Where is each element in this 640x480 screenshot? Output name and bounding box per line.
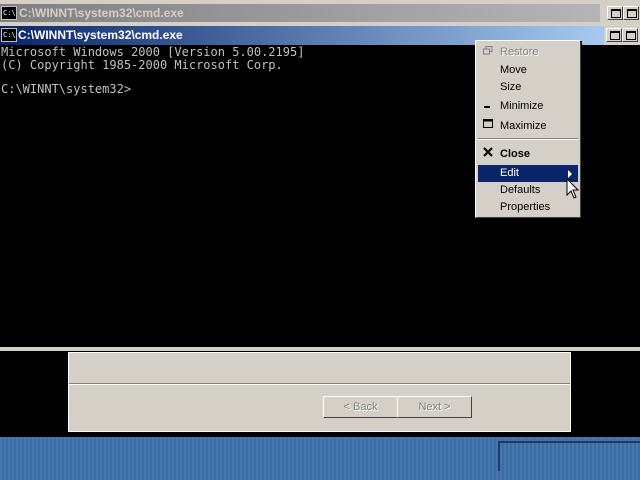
wizard-divider — [69, 383, 570, 385]
menu-item-defaults[interactable]: Defaults — [478, 182, 578, 199]
maximize-button[interactable] — [607, 6, 623, 20]
background-window-titlebar[interactable]: C:\ C:\WINNT\system32\cmd.exe — [0, 0, 640, 27]
submenu-arrow-icon — [568, 170, 572, 178]
minimize-icon — [482, 98, 494, 115]
menu-item-move[interactable]: Move — [478, 62, 578, 79]
menu-separator — [478, 138, 578, 140]
console-line: (C) Copyright 1985-2000 Microsoft Corp. — [1, 58, 283, 72]
restore-icon — [482, 44, 494, 61]
wizard-panel — [68, 352, 571, 432]
cmd-icon[interactable]: C:\ — [1, 28, 17, 42]
console-prompt: C:\WINNT\system32> — [1, 82, 132, 96]
back-button[interactable]: < Back — [323, 396, 398, 418]
maximize-icon — [482, 118, 494, 135]
mouse-cursor-icon — [566, 178, 580, 199]
cmd-icon[interactable]: C:\ — [1, 6, 17, 20]
close-icon — [482, 146, 494, 163]
maximize-button[interactable] — [606, 28, 622, 42]
menu-item-maximize[interactable]: Maximize — [478, 118, 578, 135]
menu-item-restore[interactable]: Restore — [478, 44, 578, 61]
menu-item-minimize[interactable]: Minimize — [478, 98, 578, 115]
restore-button[interactable] — [623, 6, 639, 20]
restore-button[interactable] — [622, 28, 638, 42]
next-button[interactable]: Next > — [397, 396, 472, 418]
menu-item-edit[interactable]: Edit — [478, 165, 578, 182]
background-window-title: C:\WINNT\system32\cmd.exe — [19, 6, 184, 20]
menu-item-properties[interactable]: Properties — [478, 199, 578, 216]
active-window-title: C:\WINNT\system32\cmd.exe — [18, 28, 183, 42]
menu-item-size[interactable]: Size — [478, 79, 578, 96]
setup-background-inset — [498, 441, 640, 471]
setup-background — [0, 437, 640, 480]
menu-item-close[interactable]: Close — [478, 146, 578, 163]
